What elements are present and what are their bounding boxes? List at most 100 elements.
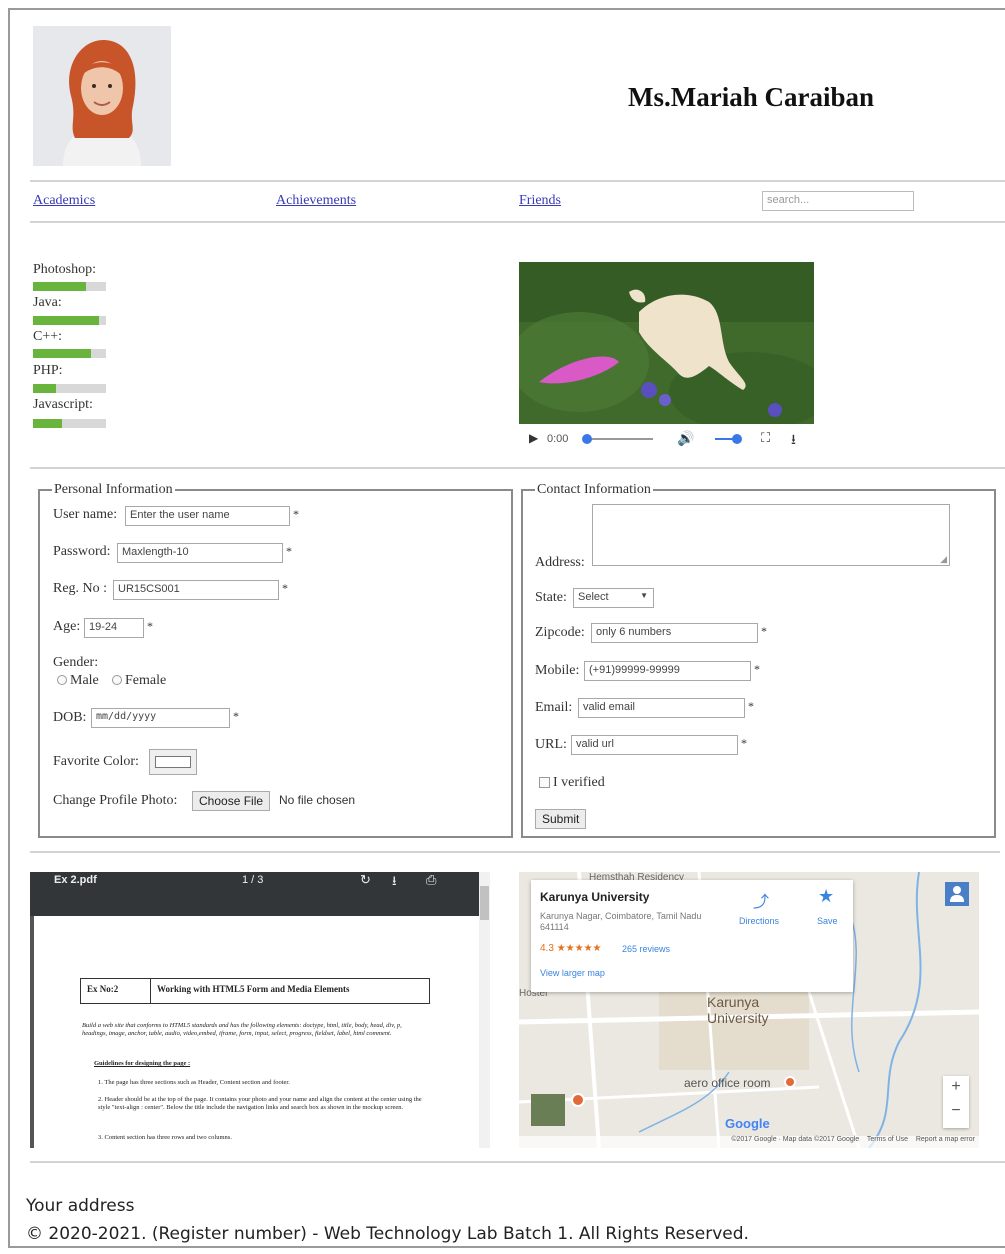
favorite-color-label: Favorite Color: bbox=[53, 754, 139, 769]
radio-male[interactable] bbox=[57, 675, 67, 685]
zoom-control: + − bbox=[943, 1076, 969, 1128]
verified-label: I verified bbox=[553, 775, 605, 790]
submit-button[interactable]: Submit bbox=[535, 809, 587, 829]
download-icon[interactable]: ⭳ bbox=[392, 872, 397, 894]
age-input[interactable]: 19-24 bbox=[84, 618, 144, 638]
directions-link[interactable]: Directions bbox=[739, 916, 779, 926]
larger-map-link[interactable]: View larger map bbox=[540, 968, 605, 978]
required-mark: * bbox=[282, 581, 288, 595]
regno-input[interactable]: UR15CS001 bbox=[113, 580, 279, 600]
search-input[interactable]: search... bbox=[762, 191, 914, 211]
video-frame bbox=[519, 262, 814, 424]
pdf-filename: Ex 2.pdf bbox=[54, 874, 97, 886]
verified-checkbox[interactable] bbox=[539, 777, 550, 788]
zoom-in-icon[interactable]: + bbox=[943, 1078, 969, 1096]
gender-female-option[interactable]: Female bbox=[112, 673, 166, 689]
chevron-down-icon: ▼ bbox=[640, 591, 648, 600]
nav-link-academics[interactable]: Academics bbox=[33, 193, 95, 209]
profile-photo-label: Change Profile Photo: bbox=[53, 793, 178, 808]
download-icon[interactable]: ⭳ bbox=[791, 429, 796, 453]
url-label: URL: bbox=[535, 737, 567, 752]
skill-progress-php bbox=[33, 384, 106, 393]
pdf-page-indicator: 1 / 3 bbox=[242, 874, 264, 886]
play-icon[interactable]: ▶ bbox=[529, 431, 538, 445]
skill-progress-photoshop bbox=[33, 282, 106, 291]
radio-female[interactable] bbox=[112, 675, 122, 685]
zoom-out-icon[interactable]: − bbox=[943, 1102, 969, 1120]
rotate-icon[interactable]: ↻ bbox=[360, 872, 371, 888]
state-select[interactable]: Select ▼ bbox=[573, 588, 654, 608]
personal-info-fieldset: Personal Information bbox=[38, 482, 513, 838]
skill-label-javascript: Javascript: bbox=[33, 397, 93, 412]
pdf-intro: Build a web site that conforms to HTML5 … bbox=[82, 1022, 402, 1037]
choose-file-button[interactable]: Choose File bbox=[192, 791, 271, 811]
volume-handle[interactable] bbox=[732, 434, 742, 444]
progress-fill bbox=[33, 349, 92, 358]
save-link[interactable]: Save bbox=[817, 916, 838, 926]
required-mark: * bbox=[286, 544, 292, 558]
dob-label: DOB: bbox=[53, 710, 87, 725]
email-input[interactable]: valid email bbox=[578, 698, 745, 718]
rating-value: 4.3 bbox=[540, 943, 554, 954]
divider bbox=[30, 851, 1000, 853]
required-mark: * bbox=[761, 624, 767, 638]
pdf-item-3: 3. Content section has three rows and tw… bbox=[98, 1134, 232, 1141]
person-head bbox=[953, 886, 961, 894]
seek-handle[interactable] bbox=[582, 434, 592, 444]
progress-fill bbox=[33, 282, 86, 291]
required-mark: * bbox=[748, 699, 754, 713]
directions-icon[interactable]: ⤴ bbox=[753, 888, 769, 912]
pdf-embed[interactable]: Ex 2.pdf 1 / 3 ↻ ⭳ ⎙ Ex No:2 Working wit… bbox=[30, 872, 490, 1148]
pdf-toolbar: Ex 2.pdf 1 / 3 ↻ ⭳ ⎙ bbox=[30, 872, 490, 916]
skill-progress-cpp bbox=[33, 349, 106, 358]
progress-fill bbox=[33, 419, 63, 428]
dob-input[interactable]: mm/dd/yyyy bbox=[91, 708, 230, 728]
place-card: Karunya University Karunya Nagar, Coimba… bbox=[531, 880, 853, 992]
map-pin-icon[interactable] bbox=[784, 1076, 796, 1088]
nav-link-achievements[interactable]: Achievements bbox=[276, 193, 356, 209]
map-pin-icon[interactable] bbox=[571, 1093, 585, 1107]
username-input[interactable]: Enter the user name bbox=[125, 506, 290, 526]
gender-label: Gender: bbox=[53, 655, 99, 670]
mobile-input[interactable]: (+91)99999-99999 bbox=[584, 661, 751, 681]
zipcode-input[interactable]: only 6 numbers bbox=[591, 623, 758, 643]
place-rating: 4.3 ★★★★★ bbox=[540, 943, 602, 954]
color-picker[interactable] bbox=[149, 749, 197, 775]
star-icon[interactable]: ★ bbox=[818, 886, 834, 907]
divider bbox=[30, 467, 1005, 469]
gender-female-label: Female bbox=[125, 673, 167, 688]
place-name: Karunya University bbox=[540, 890, 650, 904]
file-status: No file chosen bbox=[279, 793, 356, 807]
person-icon[interactable] bbox=[945, 882, 969, 906]
volume-icon[interactable]: 🔊 bbox=[677, 430, 694, 447]
video-player[interactable] bbox=[519, 262, 814, 424]
person-body bbox=[950, 895, 964, 902]
state-label: State: bbox=[535, 590, 567, 605]
gender-male-option[interactable]: Male bbox=[57, 673, 99, 689]
skill-label-photoshop: Photoshop: bbox=[33, 262, 97, 277]
regno-label: Reg. No : bbox=[53, 581, 108, 596]
contact-info-legend: Contact Information bbox=[537, 482, 651, 497]
seek-slider[interactable] bbox=[583, 438, 653, 440]
address-textarea[interactable]: ◢ bbox=[592, 504, 950, 566]
url-input[interactable]: valid url bbox=[571, 735, 738, 755]
map-embed[interactable]: Hemsthah Residency Hostel Karunya Univer… bbox=[519, 872, 979, 1148]
page-title: Ms.Mariah Caraiban bbox=[628, 82, 874, 112]
password-input[interactable]: Maxlength-10 bbox=[117, 543, 283, 563]
nav-link-friends[interactable]: Friends bbox=[519, 193, 561, 209]
required-mark: * bbox=[233, 709, 239, 723]
reviews-link[interactable]: 265 reviews bbox=[622, 944, 670, 954]
video-time: 0:00 bbox=[547, 433, 569, 445]
pdf-ex-title: Working with HTML5 Form and Media Elemen… bbox=[157, 984, 350, 994]
resize-handle-icon[interactable]: ◢ bbox=[940, 554, 947, 565]
age-label: Age: bbox=[53, 619, 81, 634]
video-controls: ▶ 0:00 🔊 ⛶ ⭳ bbox=[519, 426, 814, 452]
fullscreen-icon[interactable]: ⛶ bbox=[761, 430, 770, 446]
username-label: User name: bbox=[53, 507, 118, 522]
divider bbox=[30, 180, 1005, 182]
pdf-scrollbar[interactable] bbox=[479, 872, 490, 1148]
pdf-scrollbar-thumb[interactable] bbox=[480, 886, 489, 920]
print-icon[interactable]: ⎙ bbox=[426, 872, 436, 888]
place-address: Karunya Nagar, Coimbatore, Tamil Nadu 64… bbox=[540, 911, 702, 932]
mobile-label: Mobile: bbox=[535, 663, 580, 678]
